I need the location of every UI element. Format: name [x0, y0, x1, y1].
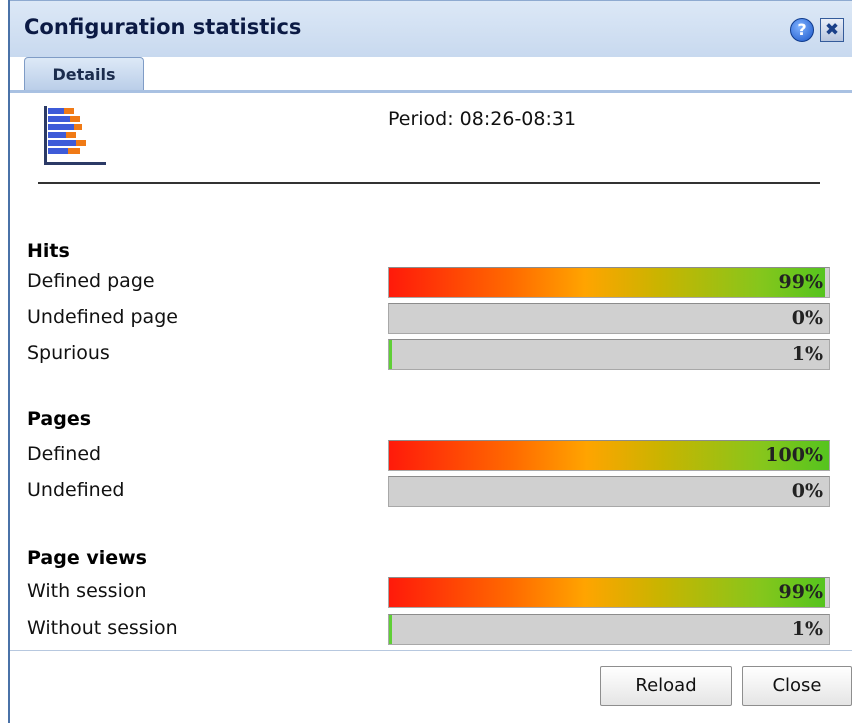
row-label-undefined-page: Undefined page — [27, 306, 178, 328]
row-label-spurious: Spurious — [27, 342, 110, 364]
progress-bar-defined: 100% — [388, 440, 830, 471]
progress-fill — [389, 441, 829, 470]
progress-value: 0% — [791, 480, 823, 502]
progress-value: 1% — [791, 343, 823, 365]
close-button[interactable]: Close — [742, 666, 852, 706]
row-label-undefined: Undefined — [27, 479, 125, 501]
progress-value: 1% — [791, 618, 823, 640]
progress-bar-undefined-page: 0% — [388, 303, 830, 334]
progress-fill — [389, 578, 825, 607]
window-title: Configuration statistics — [24, 15, 302, 39]
progress-bar-spurious: 1% — [388, 339, 830, 370]
section-title-hits: Hits — [27, 240, 70, 262]
dialog-window: Configuration statistics ? ✖ Details Per… — [8, 0, 852, 723]
section-title-pages: Pages — [27, 408, 92, 430]
tab-strip-divider — [10, 90, 852, 93]
row-label-defined-page: Defined page — [27, 270, 155, 292]
progress-bar-without-session: 1% — [388, 614, 830, 645]
progress-value: 99% — [778, 581, 824, 603]
progress-value: 100% — [765, 444, 823, 466]
progress-fill — [389, 615, 392, 644]
bar-chart-icon — [44, 106, 106, 165]
row-label-with-session: With session — [27, 580, 147, 602]
progress-bar-with-session: 99% — [388, 577, 830, 608]
footer-divider — [10, 650, 852, 651]
help-icon[interactable]: ? — [790, 18, 814, 42]
progress-value: 0% — [791, 307, 823, 329]
reload-button[interactable]: Reload — [600, 666, 732, 706]
progress-fill — [389, 268, 825, 297]
row-label-defined: Defined — [27, 443, 102, 465]
progress-value: 99% — [778, 271, 824, 293]
row-label-without-session: Without session — [27, 617, 178, 639]
progress-bar-undefined: 0% — [388, 476, 830, 507]
tab-details[interactable]: Details — [24, 57, 144, 91]
section-title-page-views: Page views — [27, 547, 147, 569]
progress-bar-defined-page: 99% — [388, 267, 830, 298]
close-icon[interactable]: ✖ — [820, 18, 844, 42]
title-bar[interactable]: Configuration statistics ? ✖ — [10, 0, 852, 57]
progress-fill — [389, 340, 392, 369]
period-label: Period: 08:26-08:31 — [388, 108, 577, 130]
header-divider — [38, 182, 820, 184]
